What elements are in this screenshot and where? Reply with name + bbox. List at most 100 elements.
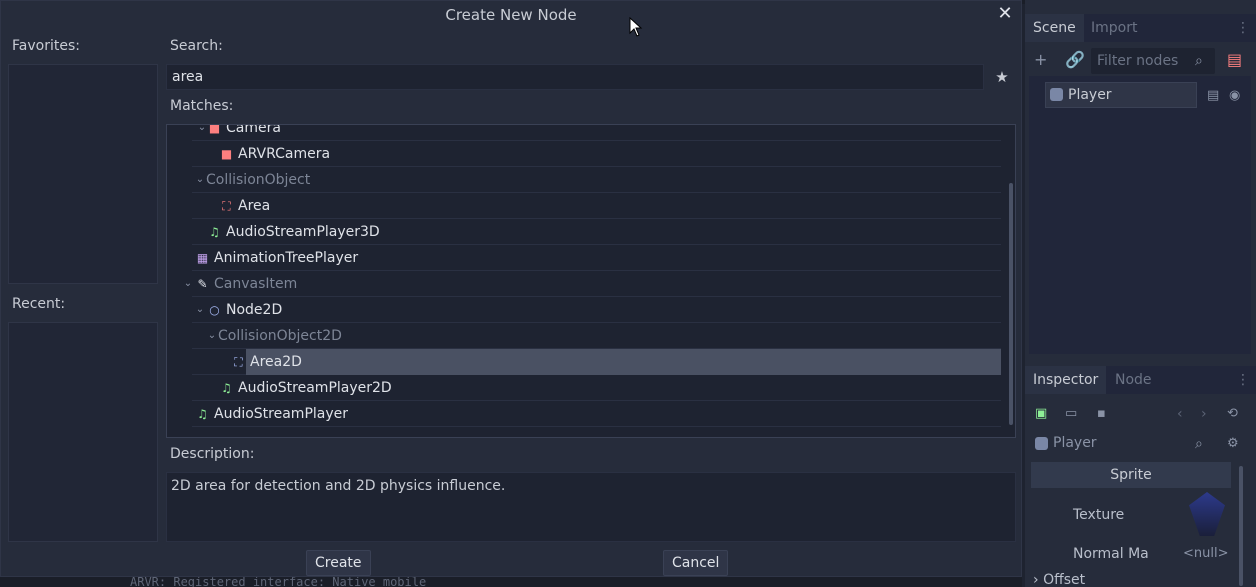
scene-dock-tabs: Scene Import ⋮: [1025, 14, 1256, 42]
property-offset-section[interactable]: › Offset: [1033, 572, 1085, 587]
tab-scene[interactable]: Scene: [1025, 14, 1084, 42]
new-resource-icon[interactable]: ▣: [1035, 406, 1047, 422]
property-texture-label: Texture: [1073, 507, 1125, 523]
description-text: 2D area for detection and 2D physics inf…: [171, 478, 506, 494]
scene-toolbar: + 🔗 Filter nodes ⌕ ▤: [1025, 44, 1256, 78]
offset-label: Offset: [1043, 572, 1086, 587]
create-button[interactable]: Create: [306, 550, 371, 576]
favorites-label: Favorites:: [12, 38, 80, 54]
description-box: 2D area for detection and 2D physics inf…: [166, 472, 1016, 542]
matches-label: Matches:: [170, 98, 234, 114]
expand-arrow-icon[interactable]: ⌄: [207, 323, 217, 349]
search-icon: ⌕: [1195, 53, 1203, 69]
expand-arrow-icon[interactable]: ⌄: [195, 167, 205, 193]
matches-scrollbar[interactable]: [1009, 183, 1013, 425]
scene-root-label: Player: [1068, 87, 1112, 103]
tree-row-label: Area: [238, 198, 271, 214]
dock-menu-icon[interactable]: ⋮: [1236, 14, 1250, 42]
tree-row[interactable]: ■ ARVRCamera: [192, 141, 1001, 167]
object-properties-icon[interactable]: ⚙: [1227, 436, 1239, 452]
favorite-star-icon[interactable]: ★: [992, 67, 1012, 87]
tab-node[interactable]: Node: [1107, 366, 1160, 394]
area2d-icon: ⛶: [234, 355, 243, 369]
expand-arrow-icon[interactable]: ⌄: [197, 125, 207, 141]
tree-row[interactable]: ⛶ Area: [192, 193, 1001, 219]
tree-row-selected[interactable]: ⛶ Area2D: [192, 349, 1001, 375]
texture-thumbnail[interactable]: [1189, 492, 1225, 536]
tree-row[interactable]: ▦ AnimationTreePlayer: [192, 245, 1001, 271]
node-icon: [1035, 437, 1048, 450]
tree-row-label: CanvasItem: [214, 276, 298, 292]
property-texture[interactable]: Texture: [1049, 492, 1229, 536]
expand-arrow-icon[interactable]: ⌄: [183, 271, 193, 297]
tree-row[interactable]: ♫ AudioStreamPlayer2D: [192, 375, 1001, 401]
history-icon[interactable]: ⟲: [1227, 406, 1238, 422]
tree-row[interactable]: ⌄ CollisionObject: [192, 167, 1001, 193]
search-label: Search:: [170, 38, 223, 54]
animation-tree-icon: ▦: [196, 251, 209, 265]
tree-row-label: Area2D: [250, 354, 302, 370]
dialog-title: Create New Node: [445, 6, 577, 24]
camera-icon: ■: [208, 124, 221, 135]
tree-row[interactable]: ♫ AudioStreamPlayer: [192, 401, 1001, 427]
tab-import[interactable]: Import: [1083, 14, 1145, 42]
history-forward-icon[interactable]: ›: [1201, 406, 1207, 422]
tree-row-label: AudioStreamPlayer2D: [238, 380, 392, 396]
audio-icon: ♫: [221, 381, 232, 395]
tree-row-label: AudioStreamPlayer: [214, 406, 349, 422]
tree-row-label: CollisionObject2D: [218, 328, 342, 344]
open-folder-icon[interactable]: ▭: [1065, 406, 1077, 422]
tree-row[interactable]: ⌄ CollisionObject2D: [192, 323, 1001, 349]
tab-inspector[interactable]: Inspector: [1025, 366, 1107, 394]
inspector-toolbar: ▣ ▭ ▪ ‹ › ⟲: [1025, 402, 1256, 426]
editor-output-strip: ARVR: Registered interface: Native mobil…: [0, 577, 1022, 587]
inspector-dock-tabs: Inspector Node ⋮: [1025, 366, 1256, 394]
scene-tree: Player ▤ ◉: [1029, 76, 1251, 354]
node2d-icon: ○: [209, 303, 220, 317]
expand-arrow-icon[interactable]: ⌄: [195, 297, 205, 323]
save-icon[interactable]: ▪: [1097, 406, 1106, 422]
property-normal-map[interactable]: Normal Ma <null>: [1049, 541, 1229, 567]
inspected-object[interactable]: Player: [1031, 432, 1221, 454]
link-icon[interactable]: 🔗: [1065, 52, 1085, 68]
brush-icon: ✎: [197, 277, 208, 291]
recent-list[interactable]: [8, 322, 158, 542]
search-icon[interactable]: ⌕: [1195, 436, 1203, 452]
right-dock: Scene Import ⋮ + 🔗 Filter nodes ⌕ ▤ Play…: [1025, 0, 1256, 587]
tree-row-label: CollisionObject: [206, 172, 311, 188]
history-back-icon[interactable]: ‹: [1177, 406, 1183, 422]
tree-row[interactable]: ♫ AudioStreamPlayer3D: [192, 219, 1001, 245]
close-icon[interactable]: ✕: [995, 4, 1015, 24]
sprite-section-header[interactable]: Sprite: [1031, 462, 1231, 488]
output-log-line: ARVR: Registered interface: Native mobil…: [130, 577, 427, 587]
tree-row[interactable]: ⌄ ■ Camera: [192, 124, 1001, 141]
tree-row-label: Camera: [226, 124, 281, 136]
selection-highlight: [246, 349, 1001, 375]
tree-row-label: AudioStreamPlayer3D: [226, 224, 380, 240]
area-icon: ⛶: [222, 199, 231, 213]
audio-icon: ♫: [197, 407, 208, 421]
matches-tree[interactable]: ⌄ ■ Camera ■ ARVRCamera ⌄ CollisionObjec…: [166, 124, 1016, 438]
inspector-dock: Inspector Node ⋮ ▣ ▭ ▪ ‹ › ⟲ Player ⌕ ⚙ …: [1025, 366, 1256, 587]
mouse-cursor-icon: [629, 17, 643, 37]
tree-row[interactable]: ⌄ ○ Node2D: [192, 297, 1001, 323]
search-input[interactable]: [166, 64, 984, 90]
tree-row-label: AnimationTreePlayer: [214, 250, 359, 266]
visibility-eye-icon[interactable]: ◉: [1229, 88, 1240, 104]
property-normal-map-value[interactable]: <null>: [1183, 541, 1229, 567]
scene-root-node[interactable]: Player: [1045, 82, 1197, 108]
dock-menu-icon[interactable]: ⋮: [1236, 366, 1250, 394]
attach-script-icon[interactable]: ▤: [1207, 88, 1219, 104]
audio-icon: ♫: [209, 225, 220, 239]
inspector-scrollbar[interactable]: [1239, 466, 1243, 586]
favorites-list[interactable]: [8, 64, 158, 284]
camera-icon: ■: [220, 147, 233, 161]
tree-row[interactable]: ⌄ ✎ CanvasItem: [184, 271, 1001, 297]
script-icon[interactable]: ▤: [1227, 52, 1242, 68]
cancel-button[interactable]: Cancel: [663, 550, 729, 576]
tree-row-label: ARVRCamera: [238, 146, 331, 162]
recent-label: Recent:: [12, 296, 66, 312]
sprite-section-label: Sprite: [1110, 467, 1152, 483]
add-node-icon[interactable]: +: [1034, 52, 1047, 68]
create-new-node-dialog: Create New Node ✕ Favorites: Recent: Sea…: [0, 0, 1022, 577]
